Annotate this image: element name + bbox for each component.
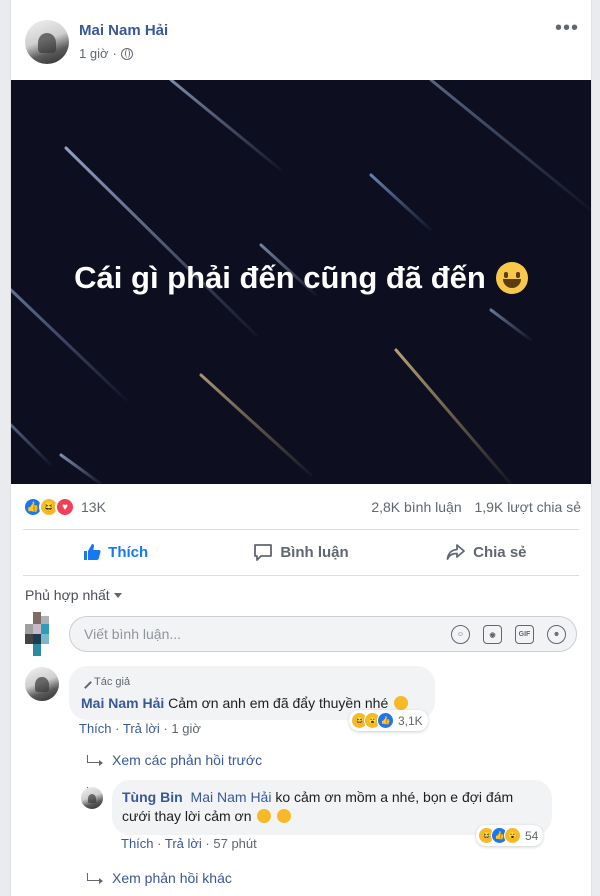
reactions-summary: 👍 😆 ♥ 13K 2,8K bình luận 1,9K lượt chia … [23, 496, 581, 518]
reply-time[interactable]: 57 phút [213, 836, 256, 851]
divider [23, 529, 579, 530]
wow-reaction-icon: 😮 [504, 827, 521, 844]
comment-reaction-count: 3,1K [398, 713, 423, 728]
reply-author-name[interactable]: Tùng Bin [122, 789, 183, 805]
reply-like-link[interactable]: Thích [121, 836, 154, 851]
laughing-emoji [277, 809, 292, 823]
pencil-icon [79, 676, 92, 689]
post-time[interactable]: 1 giờ [79, 46, 109, 61]
like-button[interactable]: Thích [23, 534, 208, 570]
reply-author-avatar[interactable] [81, 787, 103, 809]
sticker-icon[interactable]: ☻ [547, 625, 566, 644]
comment-text: Cảm ơn anh em đã đẩy thuyền nhé [168, 695, 389, 711]
reaction-count[interactable]: 13K [81, 499, 106, 515]
comment-author-avatar[interactable] [25, 667, 59, 701]
author-tag-label: Tác giả [94, 676, 131, 688]
reply-reaction-count: 54 [525, 828, 539, 843]
meta-dot: · [115, 721, 123, 736]
divider [23, 575, 579, 576]
comment-author-name[interactable]: Mai Nam Hải [81, 695, 164, 711]
laughing-emoji [257, 809, 272, 823]
comment-actions: Thích · Trả lời · 1 giờ [79, 721, 201, 736]
reply-reactions[interactable]: 😆 👍 😮 54 [476, 825, 544, 846]
current-user-avatar[interactable] [25, 612, 57, 656]
comment-sort-dropdown[interactable]: Phủ hợp nhất [25, 587, 122, 603]
reaction-icons[interactable]: 👍 😆 ♥ 13K [23, 497, 106, 517]
engagement-counts: 2,8K bình luận 1,9K lượt chia sẻ [371, 499, 581, 515]
share-count[interactable]: 1,9K lượt chia sẻ [475, 499, 582, 515]
post-meta-dot: · [112, 46, 117, 61]
sort-label: Phủ hợp nhất [25, 587, 110, 603]
gif-icon[interactable]: GIF [515, 625, 534, 644]
share-button[interactable]: Chia sẻ [394, 534, 579, 570]
grinning-face-emoji [495, 262, 528, 294]
reply-arrow-icon [87, 755, 103, 766]
comment-like-link[interactable]: Thích [79, 721, 112, 736]
comment-input[interactable] [70, 617, 430, 651]
caret-down-icon [113, 592, 122, 598]
reply-text-line1: ko cảm ơn mồm a nhé, bọn e đợi đám [275, 789, 514, 805]
comment-button[interactable]: Bình luận [208, 534, 393, 570]
post-card: Mai Nam Hải 1 giờ · ••• Cái gì phải đến … [10, 0, 592, 896]
comment-time[interactable]: 1 giờ [171, 721, 201, 736]
like-reaction-icon: 👍 [377, 712, 394, 729]
post-banner: Cái gì phải đến cũng đã đến [11, 80, 591, 484]
view-previous-replies[interactable]: Xem các phản hồi trước [112, 752, 262, 768]
camera-icon[interactable]: ◉ [483, 625, 502, 644]
love-reaction-icon: ♥ [55, 497, 75, 517]
banner-text-wrap: Cái gì phải đến cũng đã đến [11, 80, 591, 484]
share-label: Chia sẻ [473, 543, 527, 561]
more-options-icon[interactable]: ••• [555, 18, 579, 38]
reply-actions: Thích · Trả lời · 57 phút [121, 836, 257, 851]
author-avatar[interactable] [25, 20, 69, 64]
comment-reply-link[interactable]: Trả lời [123, 721, 160, 736]
reply-text-line2: cưới thay lời cảm ơn [122, 808, 252, 824]
banner-text: Cái gì phải đến cũng đã đến [74, 260, 486, 295]
laughing-emoji [394, 696, 409, 710]
post-meta: 1 giờ · [79, 46, 133, 61]
comment-bubble-icon [254, 543, 273, 561]
globe-icon[interactable] [120, 47, 133, 60]
meta-dot: · [157, 836, 165, 851]
post-actions: Thích Bình luận Chia sẻ [23, 534, 579, 570]
view-more-replies[interactable]: Xem phản hồi khác [112, 870, 232, 886]
thumbs-up-icon [84, 544, 101, 560]
comment-reactions[interactable]: 😆 😮 👍 3,1K [349, 710, 428, 731]
reply-reply-link[interactable]: Trả lời [165, 836, 202, 851]
like-label: Thích [108, 543, 149, 561]
comment-label: Bình luận [280, 543, 349, 561]
share-arrow-icon [446, 544, 466, 560]
post-author-name[interactable]: Mai Nam Hải [79, 22, 168, 39]
author-badge: Tác giả [79, 673, 423, 692]
comment-count[interactable]: 2,8K bình luận [371, 499, 461, 515]
comment-input-box: ☺ ◉ GIF ☻ [69, 616, 577, 652]
comment-input-icons: ☺ ◉ GIF ☻ [451, 625, 566, 644]
reply-arrow-icon [87, 873, 103, 884]
emoji-icon[interactable]: ☺ [451, 625, 470, 644]
reply-mention[interactable]: Mai Nam Hải [191, 789, 272, 805]
